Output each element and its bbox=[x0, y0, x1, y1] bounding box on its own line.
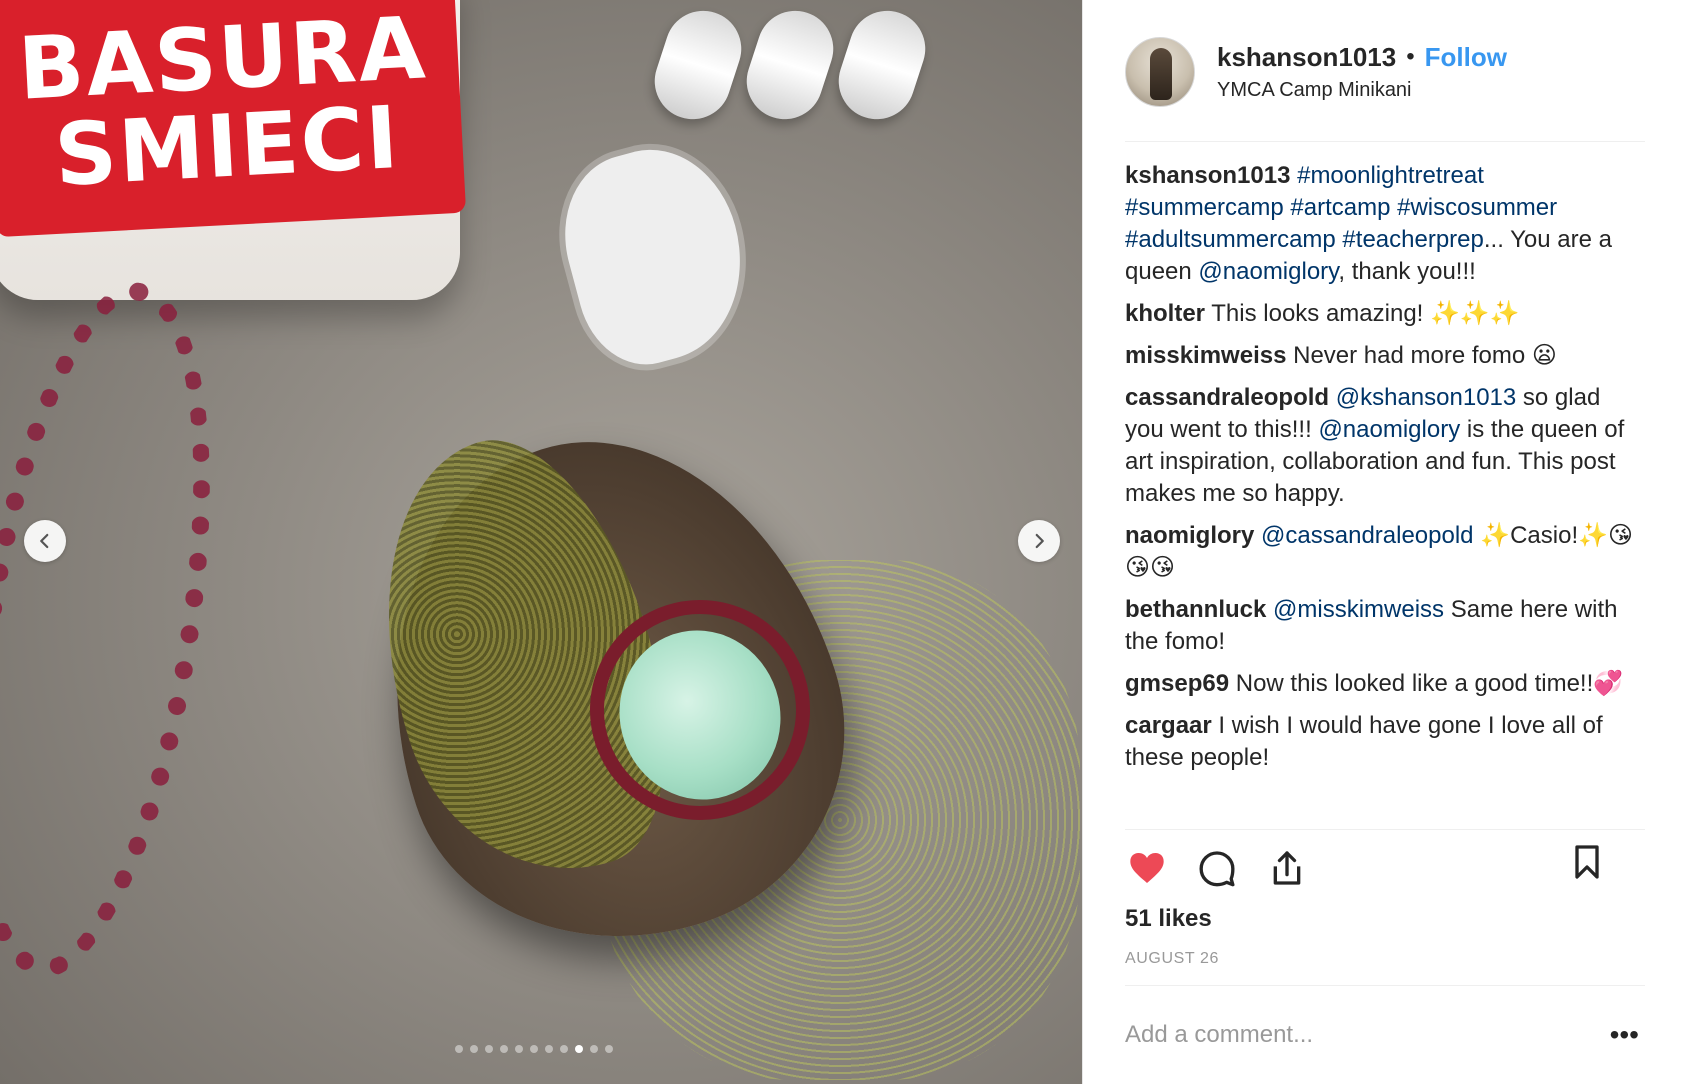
post-sidebar: kshanson1013 • Follow YMCA Camp Minikani… bbox=[1083, 0, 1684, 1084]
carousel-dots bbox=[455, 1045, 613, 1053]
carousel-dot[interactable] bbox=[515, 1045, 523, 1053]
carousel-dot[interactable] bbox=[455, 1045, 463, 1053]
jar-label: BASURA SMIECI bbox=[0, 0, 467, 238]
comment-icon bbox=[1199, 851, 1235, 887]
comments-list[interactable]: kshanson1013 #moonlightretreat #summerca… bbox=[1125, 160, 1645, 820]
comment-input[interactable] bbox=[1125, 1017, 1545, 1053]
paint-markers bbox=[644, 0, 1000, 140]
comment-text: This looks amazing! ✨✨✨ bbox=[1211, 300, 1520, 327]
mention-link[interactable]: @naomiglory bbox=[1198, 258, 1338, 285]
mention-link[interactable]: @kshanson1013 bbox=[1336, 384, 1517, 411]
hashtag-link[interactable]: #artcamp bbox=[1290, 194, 1390, 221]
chevron-left-icon bbox=[40, 533, 49, 549]
comment-text: Never had more fomo 😦 bbox=[1293, 342, 1557, 369]
comment-username[interactable]: naomiglory bbox=[1125, 522, 1254, 549]
comment-username[interactable]: cassandraleopold bbox=[1125, 384, 1329, 411]
post-location[interactable]: YMCA Camp Minikani bbox=[1217, 79, 1507, 101]
add-comment-divider bbox=[1125, 985, 1645, 986]
comments-divider bbox=[1125, 829, 1645, 830]
username-row: kshanson1013 • Follow bbox=[1217, 43, 1507, 71]
post-header: kshanson1013 • Follow YMCA Camp Minikani bbox=[1125, 36, 1645, 108]
mention-link[interactable]: @cassandraleopold bbox=[1261, 522, 1474, 549]
jar-label-line-2: SMIECI bbox=[52, 87, 403, 206]
carousel-dot[interactable] bbox=[560, 1045, 568, 1053]
comment-text: Now this looked like a good time!!💞 bbox=[1235, 670, 1624, 697]
comment-item: cassandraleopold @kshanson1013 so glad y… bbox=[1125, 382, 1645, 510]
carousel-dot[interactable] bbox=[590, 1045, 598, 1053]
share-icon bbox=[1273, 851, 1301, 885]
comment-username[interactable]: kshanson1013 bbox=[1125, 162, 1290, 189]
carousel-dot[interactable] bbox=[605, 1045, 613, 1053]
hashtag-link[interactable]: #moonlightretreat bbox=[1297, 162, 1484, 189]
post-photo: BASURA SMIECI bbox=[0, 0, 1082, 1084]
post-date: AUGUST 26 bbox=[1125, 950, 1220, 967]
carousel-next-button[interactable] bbox=[1018, 520, 1060, 562]
marker-1 bbox=[644, 0, 752, 130]
carousel-prev-button[interactable] bbox=[24, 520, 66, 562]
comment-username[interactable]: gmsep69 bbox=[1125, 670, 1229, 697]
save-button[interactable] bbox=[1565, 840, 1609, 884]
comment-item: bethannluck @misskimweiss Same here with… bbox=[1125, 594, 1645, 658]
avatar[interactable] bbox=[1125, 37, 1195, 107]
mention-link[interactable]: @naomiglory bbox=[1318, 416, 1460, 443]
glue-splash bbox=[545, 131, 765, 379]
comment-item: kshanson1013 #moonlightretreat #summerca… bbox=[1125, 160, 1645, 288]
comment-item: kholter This looks amazing! ✨✨✨ bbox=[1125, 298, 1645, 330]
comment-item: misskimweiss Never had more fomo 😦 bbox=[1125, 340, 1645, 372]
heart-icon bbox=[1130, 853, 1164, 883]
share-button[interactable] bbox=[1265, 846, 1309, 890]
hashtag-link[interactable]: #teacherprep bbox=[1342, 226, 1483, 253]
carousel-dot[interactable] bbox=[545, 1045, 553, 1053]
carousel-dot[interactable] bbox=[500, 1045, 508, 1053]
carousel-dot[interactable] bbox=[485, 1045, 493, 1053]
trash-jar: BASURA SMIECI bbox=[0, 0, 467, 300]
hashtag-link[interactable]: #wiscosummer bbox=[1397, 194, 1557, 221]
hashtag-link[interactable]: #adultsummercamp bbox=[1125, 226, 1336, 253]
comment-item: cargaar I wish I would have gone I love … bbox=[1125, 710, 1645, 774]
marker-2 bbox=[736, 0, 844, 130]
comment-username[interactable]: kholter bbox=[1125, 300, 1205, 327]
comment-username[interactable]: misskimweiss bbox=[1125, 342, 1286, 369]
comment-username[interactable]: cargaar bbox=[1125, 712, 1212, 739]
more-options-button[interactable]: ••• bbox=[1604, 1021, 1645, 1049]
likes-count[interactable]: 51 likes bbox=[1125, 905, 1212, 933]
carousel-dot[interactable] bbox=[575, 1045, 583, 1053]
like-button[interactable] bbox=[1125, 846, 1169, 890]
comment-username[interactable]: bethannluck bbox=[1125, 596, 1266, 623]
beads-decoration bbox=[0, 264, 271, 996]
avatar-figure bbox=[1150, 48, 1172, 100]
comment-button[interactable] bbox=[1195, 846, 1239, 890]
comment-item: naomiglory @cassandraleopold ✨Casio!✨😘😘😘 bbox=[1125, 520, 1645, 584]
comment-text: , thank you!!! bbox=[1338, 258, 1476, 285]
follow-button[interactable]: Follow bbox=[1425, 43, 1507, 71]
add-comment-row: ••• bbox=[1125, 1010, 1645, 1060]
header-text: kshanson1013 • Follow YMCA Camp Minikani bbox=[1217, 43, 1507, 101]
separator-bullet: • bbox=[1406, 43, 1415, 70]
comment-item: gmsep69 Now this looked like a good time… bbox=[1125, 668, 1645, 700]
mention-link[interactable]: @misskimweiss bbox=[1273, 596, 1444, 623]
post-username[interactable]: kshanson1013 bbox=[1217, 43, 1396, 71]
chevron-right-icon bbox=[1035, 533, 1044, 549]
marker-3 bbox=[828, 0, 936, 130]
header-divider bbox=[1125, 141, 1645, 142]
bookmark-icon bbox=[1575, 845, 1599, 879]
carousel-dot[interactable] bbox=[530, 1045, 538, 1053]
action-bar bbox=[1125, 840, 1645, 896]
carousel-dot[interactable] bbox=[470, 1045, 478, 1053]
hashtag-link[interactable]: #summercamp bbox=[1125, 194, 1284, 221]
